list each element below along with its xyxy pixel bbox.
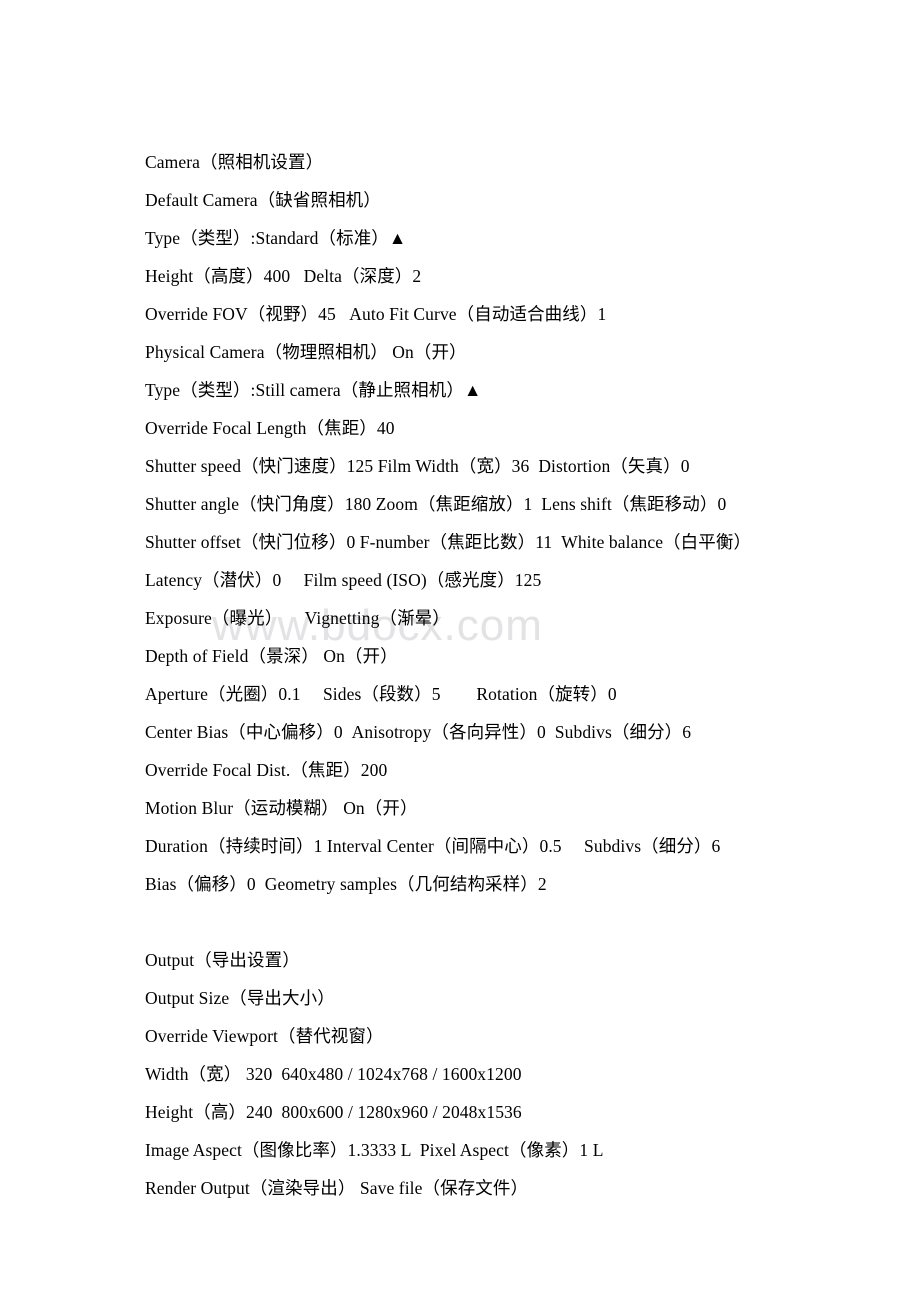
text-line: Override FOV（视野）45 Auto Fit Curve（自动适合曲线… (145, 304, 607, 324)
text-line: Latency（潜伏）0 Film speed (ISO)（感光度）125 (145, 570, 542, 590)
text-line: Render Output（渲染导出） Save file（保存文件） (145, 1178, 529, 1198)
text-line: Depth of Field（景深） On（开） (145, 646, 398, 666)
text-line: Physical Camera（物理照相机） On（开） (145, 342, 467, 362)
text-line: Center Bias（中心偏移）0 Anisotropy（各向异性）0 Sub… (145, 722, 692, 742)
text-line: Type（类型）:Still camera（静止照相机）▲ (145, 380, 482, 400)
text-line: Camera（照相机设置） (145, 152, 324, 172)
text-line: Height（高度）400 Delta（深度）2 (145, 266, 422, 286)
text-line: Override Viewport（替代视窗） (145, 1026, 384, 1046)
text-line: Duration（持续时间）1 Interval Center（间隔中心）0.5… (145, 836, 721, 856)
text-line: Height（高）240 800x600 / 1280x960 / 2048x1… (145, 1102, 522, 1122)
text-line: Shutter angle（快门角度）180 Zoom（焦距缩放）1 Lens … (145, 494, 727, 514)
document-page: www.bdocx.com Camera（照相机设置） Default Camer… (0, 0, 920, 1302)
document-text-body: Camera（照相机设置） Default Camera（缺省照相机） Type（类… (145, 143, 845, 1207)
text-line: Exposure（曝光） Vignetting（渐晕） (145, 608, 450, 628)
text-line: Bias（偏移）0 Geometry samples（几何结构采样）2 (145, 874, 547, 894)
text-line: Override Focal Dist.（焦距）200 (145, 760, 388, 780)
text-line: Shutter speed（快门速度）125 Film Width（宽）36 D… (145, 456, 690, 476)
text-line: Output（导出设置） (145, 950, 300, 970)
text-line: Width（宽） 320 640x480 / 1024x768 / 1600x1… (145, 1064, 522, 1084)
text-line: Default Camera（缺省照相机） (145, 190, 381, 210)
text-line: Override Focal Length（焦距）40 (145, 418, 395, 438)
text-line: Aperture（光圈）0.1 Sides（段数）5 Rotation（旋转）0 (145, 684, 617, 704)
text-line: Shutter offset（快门位移）0 F-number（焦距比数）11 W… (145, 532, 752, 552)
text-line: Type（类型）:Standard（标准）▲ (145, 228, 407, 248)
text-line: Output Size（导出大小） (145, 988, 335, 1008)
text-line: Motion Blur（运动模糊） On（开） (145, 798, 418, 818)
text-line: Image Aspect（图像比率）1.3333 L Pixel Aspect（… (145, 1140, 604, 1160)
